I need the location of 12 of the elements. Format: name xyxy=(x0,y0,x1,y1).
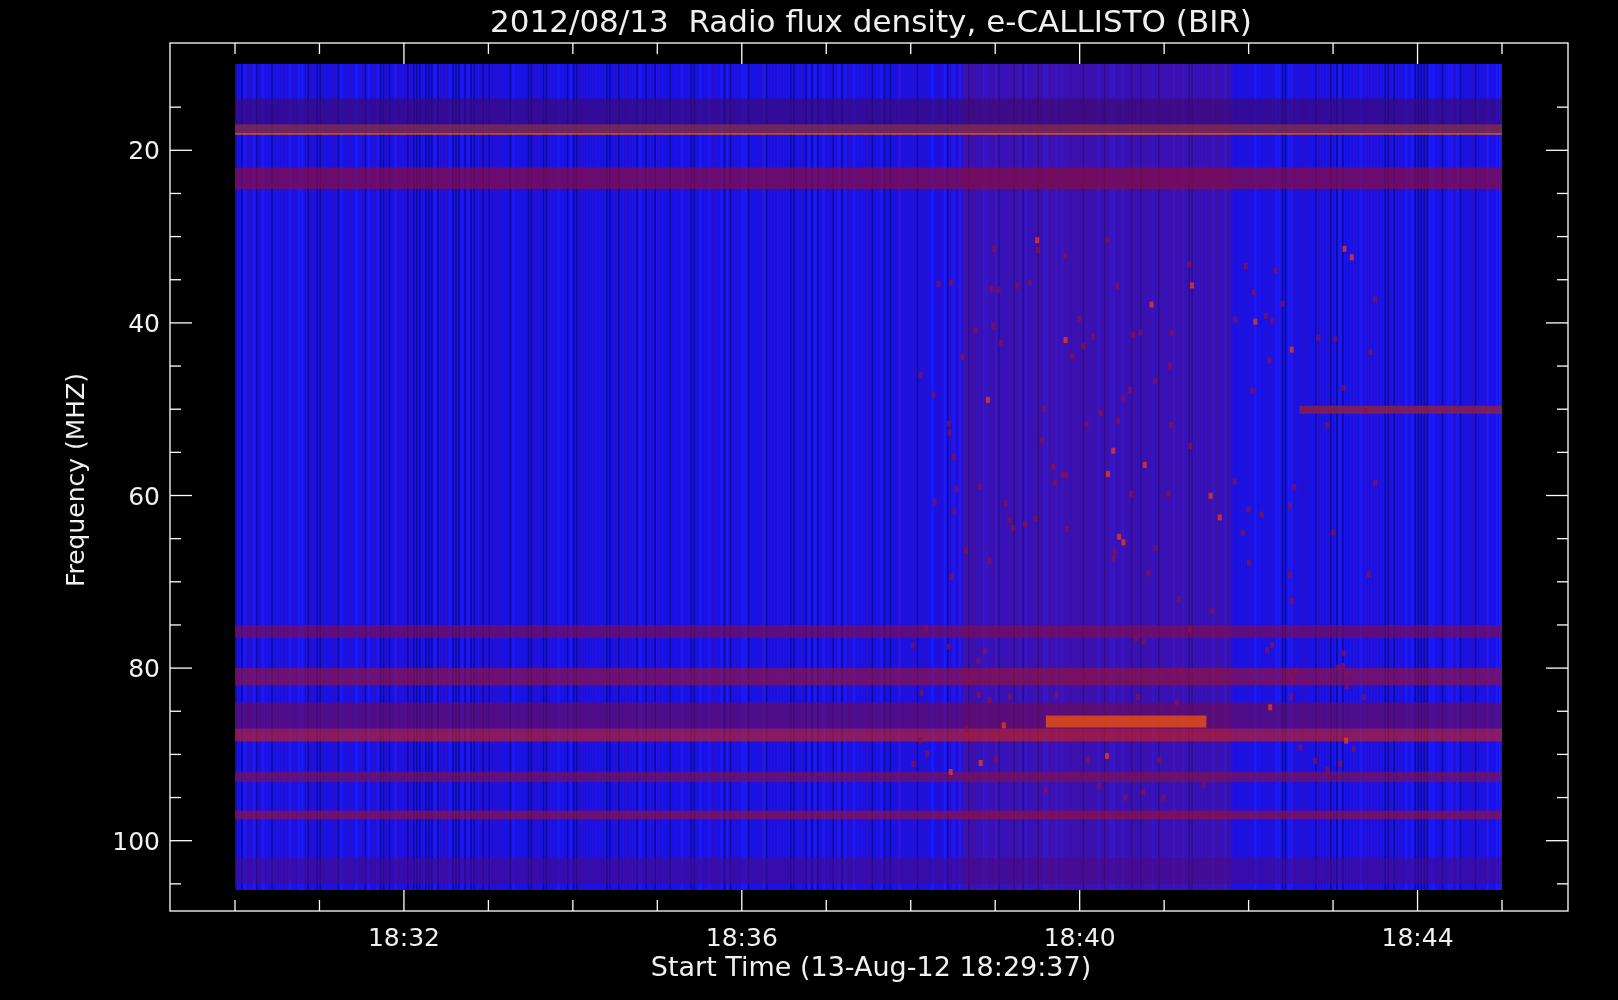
x-tick-label: 18:40 xyxy=(1043,923,1116,952)
x-axis-label: Start Time (13-Aug-12 18:29:37) xyxy=(650,951,1092,982)
y-tick-label: 60 xyxy=(128,481,160,511)
y-tick-label: 100 xyxy=(112,826,160,856)
y-tick-label: 80 xyxy=(128,654,160,684)
x-tick-label: 18:36 xyxy=(705,923,778,952)
x-tick-label: 18:44 xyxy=(1381,923,1454,952)
x-tick-label: 18:32 xyxy=(367,923,440,952)
chart-title: 2012/08/13 Radio flux density, e-CALLISTO (BIR) xyxy=(490,3,1252,39)
y-tick-label: 40 xyxy=(128,308,160,338)
y-axis-label: Frequency (MHZ) xyxy=(61,372,90,588)
y-tick-label: 20 xyxy=(128,136,160,166)
